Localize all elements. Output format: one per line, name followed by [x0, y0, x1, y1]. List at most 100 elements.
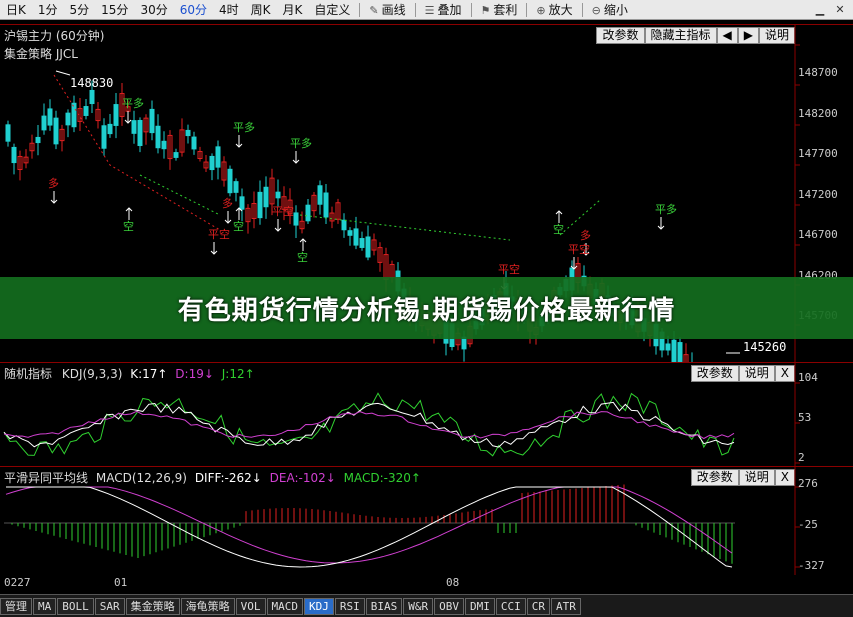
candlestick	[23, 149, 29, 169]
indicator-tab-10[interactable]: BIAS	[365, 597, 403, 615]
x-label-01: 01	[114, 576, 128, 589]
low-price-label: 145260	[743, 340, 786, 354]
candlestick	[257, 180, 263, 225]
candle-body	[293, 212, 299, 226]
period-tab-4[interactable]: 30分	[134, 0, 173, 20]
period-toolbar: 日K 1分 5分 15分 30分 60分 4时 周K 月K 自定义 ✎ 画线 ☰ 叠加 ⚑ 套利 ⊕ 放大 ⊖ 缩小…	[0, 0, 853, 20]
y-tick-label: 2	[798, 451, 805, 464]
candlestick	[155, 114, 161, 154]
candle-body	[257, 191, 263, 219]
period-tab-1[interactable]: 1分	[32, 0, 64, 20]
tool-button-zoom-in[interactable]: ⊕ 放大	[530, 0, 578, 20]
toolbar-divider	[526, 2, 528, 17]
headline-text: 有色期货行情分析锡:期货锡价格最新行情	[177, 295, 676, 326]
candlestick	[335, 198, 341, 224]
indicator-tab-7[interactable]: MACD	[266, 597, 303, 615]
period-tab-7[interactable]: 周K	[245, 0, 277, 20]
period-tab-2[interactable]: 5分	[64, 0, 96, 20]
candle-body	[155, 125, 161, 149]
tool-button-flag[interactable]: ⚑ 套利	[475, 0, 524, 20]
period-tab-5[interactable]: 60分	[174, 0, 213, 20]
candlestick	[329, 206, 335, 229]
macd-diff-line	[6, 486, 733, 568]
indicator-tab-3[interactable]: SAR	[94, 597, 125, 615]
candle-body	[107, 123, 113, 135]
candle-body	[359, 238, 365, 248]
indicator-tab-15[interactable]: CR	[526, 597, 550, 615]
indicator-tab-2[interactable]: BOLL	[57, 597, 94, 615]
tool-button-zoom-out[interactable]: ⊖ 缩小	[586, 0, 634, 20]
y-tick-label: 146700	[798, 228, 838, 241]
candlestick	[293, 205, 299, 238]
time-axis: 0227 01 08	[0, 574, 795, 594]
indicator-tab-13[interactable]: DMI	[465, 597, 495, 615]
signal-label: 多	[48, 176, 59, 190]
indicator-tab-0[interactable]: 管理	[0, 597, 32, 615]
period-tab-9[interactable]: 自定义	[308, 0, 356, 20]
indicator-tab-16[interactable]: ATR	[551, 597, 581, 615]
candle-body	[131, 120, 137, 134]
macd-panel: 平滑异同平均线 MACD(12,26,9) DIFF:-262↓ DEA:-10…	[0, 466, 853, 575]
toolbar-divider	[470, 2, 472, 17]
pencil-icon: ✎	[369, 3, 379, 17]
candle-body	[233, 181, 239, 193]
indicator-tab-1[interactable]: MA	[33, 597, 57, 615]
indicator-tabs: 管理 MA BOLL SAR 集金策略 海龟策略 VOL MACD KDJ RSI BIAS W&R O…	[0, 594, 853, 617]
candlestick	[179, 118, 185, 157]
candlestick	[29, 134, 35, 159]
candle-body	[11, 146, 17, 164]
candlestick	[227, 165, 233, 197]
indicator-tab-8[interactable]: KDJ	[304, 597, 334, 615]
candlestick	[83, 99, 89, 120]
candle-body	[173, 152, 179, 158]
candlestick	[185, 124, 191, 144]
signal-label: 平空	[498, 262, 520, 276]
tool-button-layers[interactable]: ☰ 叠加	[419, 0, 468, 20]
candle-body	[671, 339, 677, 363]
tool-button-pencil[interactable]: ✎ 画线	[363, 0, 411, 20]
candlestick	[95, 102, 101, 129]
tool-label: 画线	[381, 2, 406, 17]
signal-label: 平空	[208, 227, 230, 241]
candle-body	[65, 112, 71, 126]
kdj-panel: 随机指标 KDJ(9,3,3) K:17↑ D:19↓ J:12↑ 改参数 说明…	[0, 362, 853, 467]
indicator-tab-6[interactable]: VOL	[235, 597, 266, 615]
kdj-chart[interactable]	[0, 363, 853, 467]
indicator-tab-4[interactable]: 集金策略	[125, 597, 180, 615]
indicator-tab-14[interactable]: CCI	[495, 597, 526, 615]
candlestick	[143, 114, 149, 145]
candle-body	[215, 146, 221, 168]
candlestick	[53, 110, 59, 150]
period-tab-8[interactable]: 月K	[277, 0, 309, 20]
candlestick	[251, 191, 257, 229]
candlestick	[71, 95, 77, 133]
indicator-tab-5[interactable]: 海龟策略	[180, 597, 235, 615]
signal-label: 空	[233, 219, 244, 233]
candle-body	[89, 89, 95, 105]
indicator-tab-9[interactable]: RSI	[334, 597, 365, 615]
y-tick-label: 148200	[798, 106, 838, 120]
y-tick-label: 276	[798, 477, 818, 490]
close-icon[interactable]: ✕	[831, 2, 849, 18]
indicator-tab-11[interactable]: W&R	[403, 597, 434, 615]
candlestick	[47, 99, 53, 131]
candlestick	[317, 180, 323, 215]
candlestick	[233, 178, 239, 202]
signal-label: 平多	[290, 136, 312, 150]
candlestick	[305, 199, 311, 225]
candlestick	[245, 204, 251, 234]
tool-label: 放大	[548, 2, 573, 17]
period-tab-6[interactable]: 4时	[213, 0, 245, 20]
signal-label: 多	[222, 196, 233, 210]
indicator-tab-12[interactable]: OBV	[434, 597, 464, 615]
candlestick	[371, 233, 377, 256]
candlestick	[377, 242, 383, 272]
minimize-icon[interactable]: ▁	[811, 2, 829, 18]
candle-body	[353, 228, 359, 246]
period-tab-3[interactable]: 15分	[95, 0, 134, 20]
candle-body	[35, 136, 41, 144]
tool-label: 叠加	[437, 2, 462, 17]
macd-chart[interactable]	[0, 467, 853, 575]
candlestick	[11, 143, 17, 175]
period-tab-0[interactable]: 日K	[0, 0, 32, 20]
